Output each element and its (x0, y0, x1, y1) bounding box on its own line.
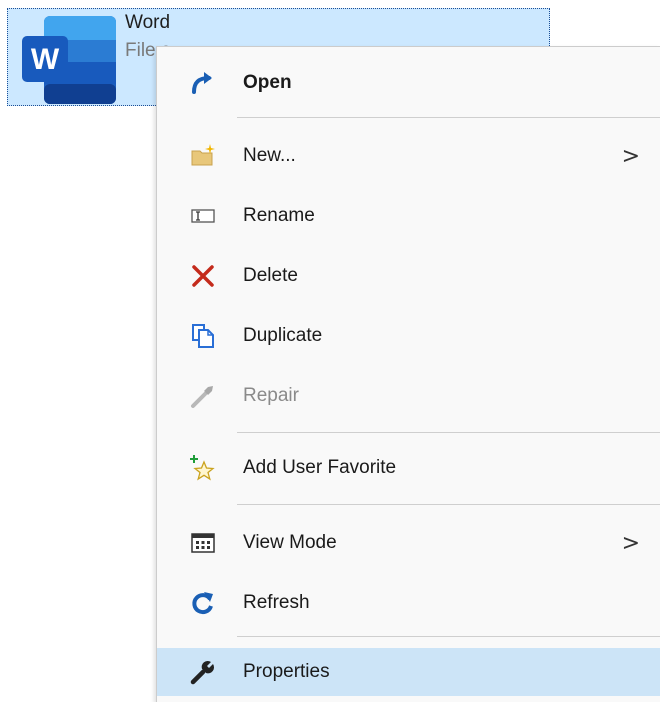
menu-item-duplicate[interactable]: Duplicate (171, 312, 660, 360)
menu-item-add-user-favorite[interactable]: Add User Favorite (171, 444, 660, 492)
file-title: Word (125, 12, 171, 33)
menu-item-label: Duplicate (243, 325, 323, 346)
menu-item-rename[interactable]: Rename (171, 192, 660, 240)
menu-separator (237, 432, 660, 433)
menu-item-label: Refresh (243, 592, 310, 613)
menu-separator (237, 636, 660, 637)
menu-item-properties[interactable]: Properties (157, 648, 660, 696)
menu-item-label: Open (243, 72, 292, 93)
menu-item-delete[interactable]: Delete (171, 252, 660, 300)
menu-separator (237, 117, 660, 118)
menu-item-label: Rename (243, 205, 315, 226)
delete-x-icon (189, 262, 217, 290)
rename-icon (189, 202, 217, 230)
repair-wrench-icon (189, 382, 217, 410)
duplicate-icon (189, 322, 217, 350)
menu-item-repair[interactable]: Repair (171, 372, 660, 420)
menu-item-refresh[interactable]: Refresh (171, 579, 660, 627)
menu-separator (237, 504, 660, 505)
add-favorite-star-icon (189, 454, 217, 482)
menu-item-label: Add User Favorite (243, 457, 397, 478)
word-app-icon: W (22, 16, 116, 104)
menu-item-label: New... (243, 145, 296, 166)
context-menu: Open New... > Rename Delete Duplicate Re… (156, 46, 660, 702)
submenu-chevron-icon: > (621, 143, 640, 169)
menu-item-view-mode[interactable]: View Mode > (171, 519, 660, 567)
menu-item-open[interactable]: Open (171, 59, 660, 107)
menu-item-new[interactable]: New... > (171, 132, 660, 180)
open-arrow-icon (189, 69, 217, 97)
svg-text:W: W (31, 43, 60, 76)
view-mode-icon (189, 529, 217, 557)
submenu-chevron-icon: > (621, 530, 640, 556)
refresh-icon (189, 589, 217, 617)
menu-item-label: Repair (243, 385, 299, 406)
menu-item-label: View Mode (243, 532, 337, 553)
menu-item-label: Properties (243, 661, 330, 682)
menu-item-label: Delete (243, 265, 298, 286)
properties-wrench-icon (189, 658, 217, 686)
new-folder-icon (189, 142, 217, 170)
